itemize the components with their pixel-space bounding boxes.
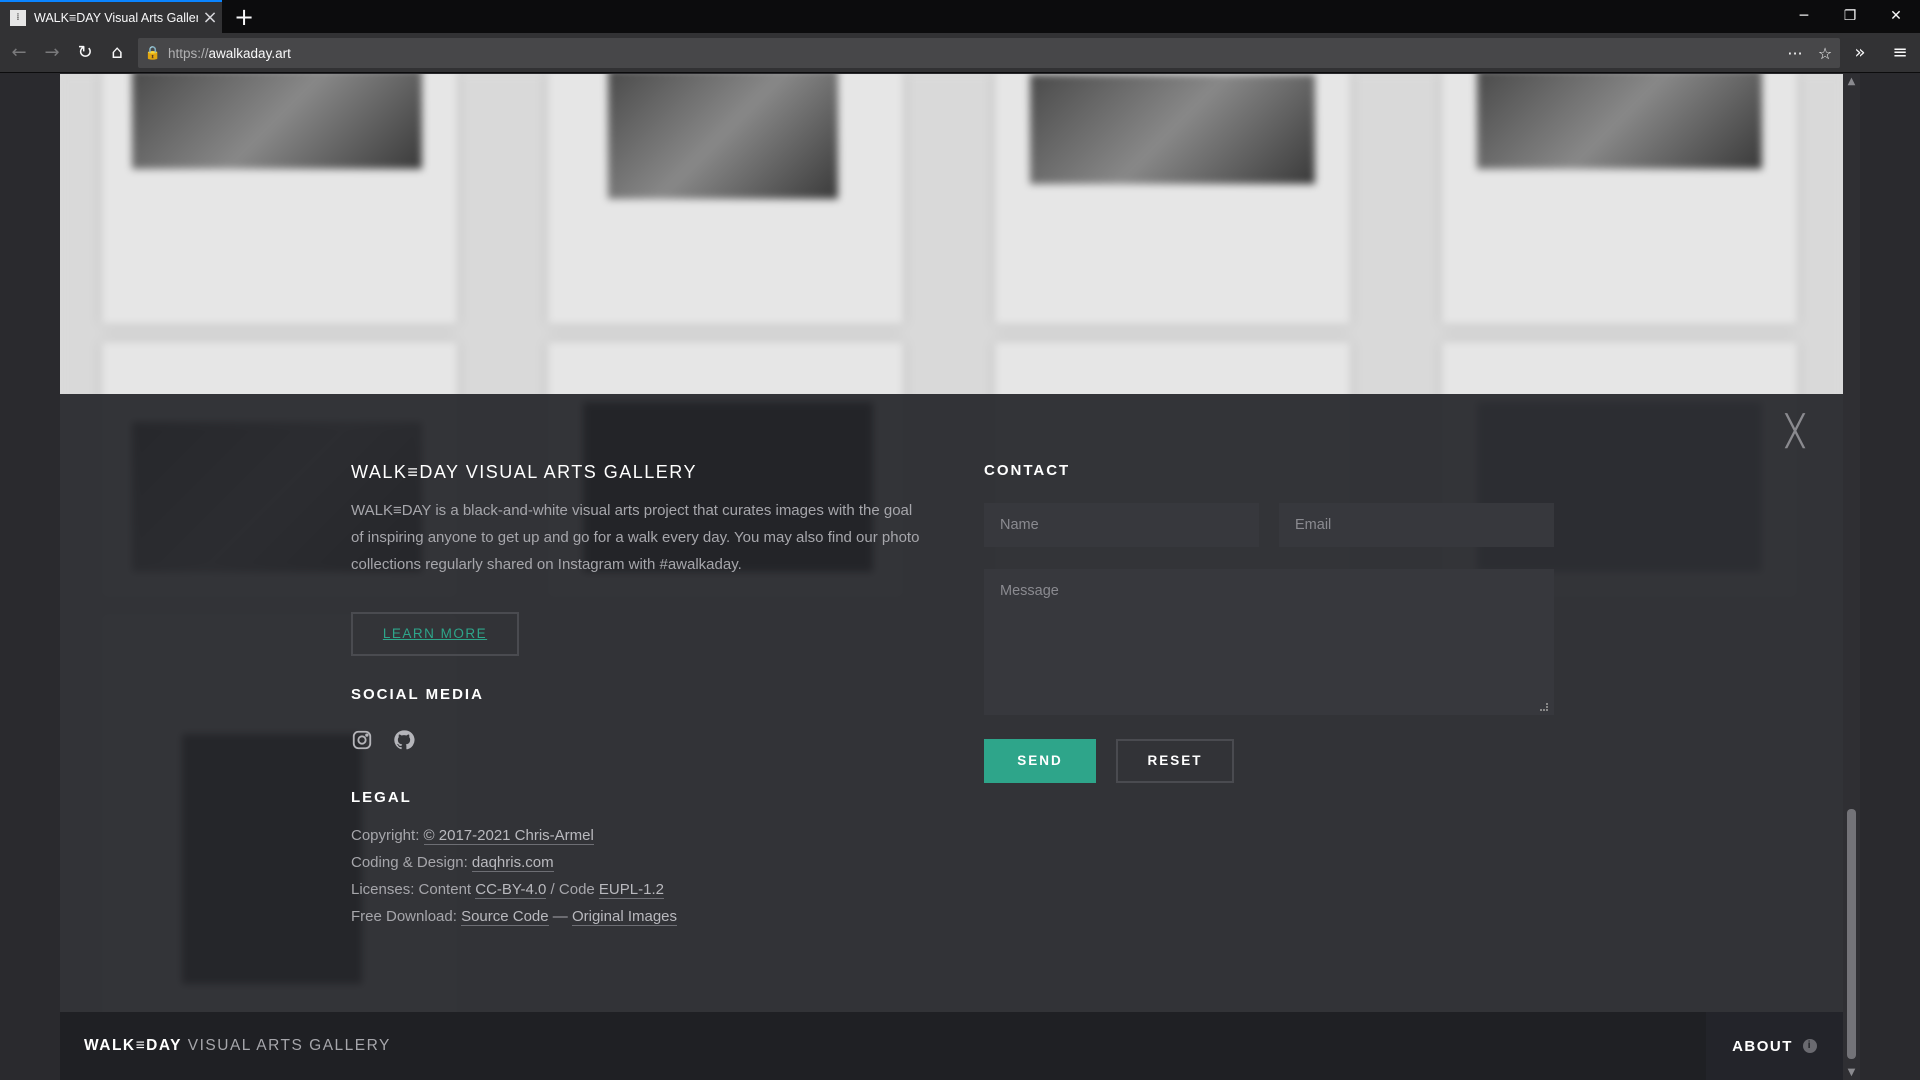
url-bar[interactable]: 🔒 https://awalkaday.art ··· ☆ [138, 38, 1840, 68]
info-icon: i [1802, 1039, 1817, 1053]
web-page: ╳ WALK≡DAY VISUAL ARTS GALLERY WALK≡DAY … [60, 74, 1843, 1080]
send-button[interactable]: SEND [984, 739, 1096, 783]
resize-grip-icon[interactable] [1540, 703, 1548, 711]
instagram-icon[interactable] [351, 729, 373, 751]
about-label: ABOUT [1732, 1037, 1793, 1055]
source-code-link[interactable]: Source Code [461, 908, 549, 926]
copyright-link[interactable]: © 2017-2021 Chris-Armel [423, 827, 594, 845]
download-line: Free Download: Source Code — Original Im… [351, 908, 678, 926]
site-footer: WALK≡DAY VISUAL ARTS GALLERY ABOUT i [60, 1012, 1843, 1080]
page-actions-icon[interactable]: ··· [1780, 44, 1810, 63]
message-textarea[interactable]: Message [984, 569, 1554, 715]
social-media-heading: SOCIAL MEDIA [351, 686, 484, 703]
cc-by-link[interactable]: CC-BY-4.0 [475, 881, 547, 899]
contact-section: CONTACT Name Email Message SEND RESET [984, 462, 1554, 783]
scroll-thumb[interactable] [1847, 809, 1856, 1059]
new-tab-plus-icon[interactable]: + [230, 3, 258, 31]
about-section: WALK≡DAY VISUAL ARTS GALLERY WALK≡DAY is… [351, 462, 921, 930]
scroll-down-arrow-icon[interactable]: ▼ [1843, 1067, 1860, 1078]
overflow-chevron-icon[interactable]: » [1846, 39, 1874, 67]
gallery-frame [995, 74, 1350, 324]
window-restore-icon[interactable]: ❐ [1827, 0, 1873, 33]
tab-title: WALK≡DAY Visual Arts Gallery [34, 10, 198, 25]
lock-icon[interactable]: 🔒 [138, 46, 168, 61]
tab-close-icon[interactable]: × [198, 7, 222, 28]
gallery-frame [102, 74, 457, 324]
browser-viewport: ╳ WALK≡DAY VISUAL ARTS GALLERY WALK≡DAY … [0, 74, 1920, 1080]
gallery-frame [1442, 74, 1797, 324]
about-panel [60, 394, 1843, 1080]
gallery-frame [548, 74, 903, 324]
licenses-line: Licenses: Content CC-BY-4.0 / Code EUPL-… [351, 881, 664, 899]
site-favicon-icon: ⁞ [10, 9, 26, 26]
eupl-link[interactable]: EUPL-1.2 [598, 881, 664, 899]
daqhris-link[interactable]: daqhris.com [471, 854, 554, 872]
page-scrollbar[interactable]: ▲ ▼ [1843, 74, 1860, 1080]
gallery-heading: WALK≡DAY VISUAL ARTS GALLERY [351, 462, 697, 482]
reset-button[interactable]: RESET [1116, 739, 1234, 783]
close-panel-icon[interactable]: ╳ [1782, 417, 1808, 447]
contact-heading: CONTACT [984, 462, 1071, 479]
original-images-link[interactable]: Original Images [571, 908, 678, 926]
contact-name-email-row: Name Email [984, 503, 1554, 547]
window-close-icon[interactable]: ✕ [1873, 0, 1919, 33]
name-input[interactable]: Name [984, 503, 1259, 547]
browser-tab[interactable]: ⁞ WALK≡DAY Visual Arts Gallery × [0, 0, 222, 33]
site-brand[interactable]: WALK≡DAY VISUAL ARTS GALLERY [84, 1037, 391, 1055]
hamburger-menu-icon[interactable]: ≡ [1886, 39, 1914, 67]
back-arrow-icon[interactable]: ← [5, 39, 33, 67]
email-input[interactable]: Email [1279, 503, 1554, 547]
forward-arrow-icon[interactable]: → [38, 39, 66, 67]
home-icon[interactable]: ⌂ [103, 39, 131, 67]
form-buttons: SEND RESET [984, 739, 1554, 783]
reload-icon[interactable]: ↻ [71, 39, 99, 67]
message-placeholder: Message [1000, 583, 1059, 599]
window-minimize-icon[interactable]: ─ [1781, 0, 1827, 33]
legal-lines: Copyright: © 2017-2021 Chris-Armel Codin… [351, 822, 921, 930]
browser-nav-bar: ← → ↻ ⌂ 🔒 https://awalkaday.art ··· ☆ » … [0, 33, 1920, 73]
url-text[interactable]: https://awalkaday.art [168, 46, 1780, 61]
bookmark-star-icon[interactable]: ☆ [1810, 44, 1840, 63]
github-icon[interactable] [393, 729, 415, 751]
about-button[interactable]: ABOUT i [1706, 1012, 1843, 1080]
copyright-line: Copyright: © 2017-2021 Chris-Armel [351, 827, 594, 845]
legal-heading: LEGAL [351, 789, 412, 806]
browser-tab-bar: ⁞ WALK≡DAY Visual Arts Gallery × + ─ ❐ ✕ [0, 0, 1920, 33]
coding-design-line: Coding & Design: daqhris.com [351, 854, 554, 872]
scroll-up-arrow-icon[interactable]: ▲ [1843, 76, 1860, 87]
gallery-description: WALK≡DAY is a black-and-white visual art… [351, 502, 920, 573]
social-icons [351, 729, 921, 751]
learn-more-button[interactable]: LEARN MORE [351, 612, 519, 656]
